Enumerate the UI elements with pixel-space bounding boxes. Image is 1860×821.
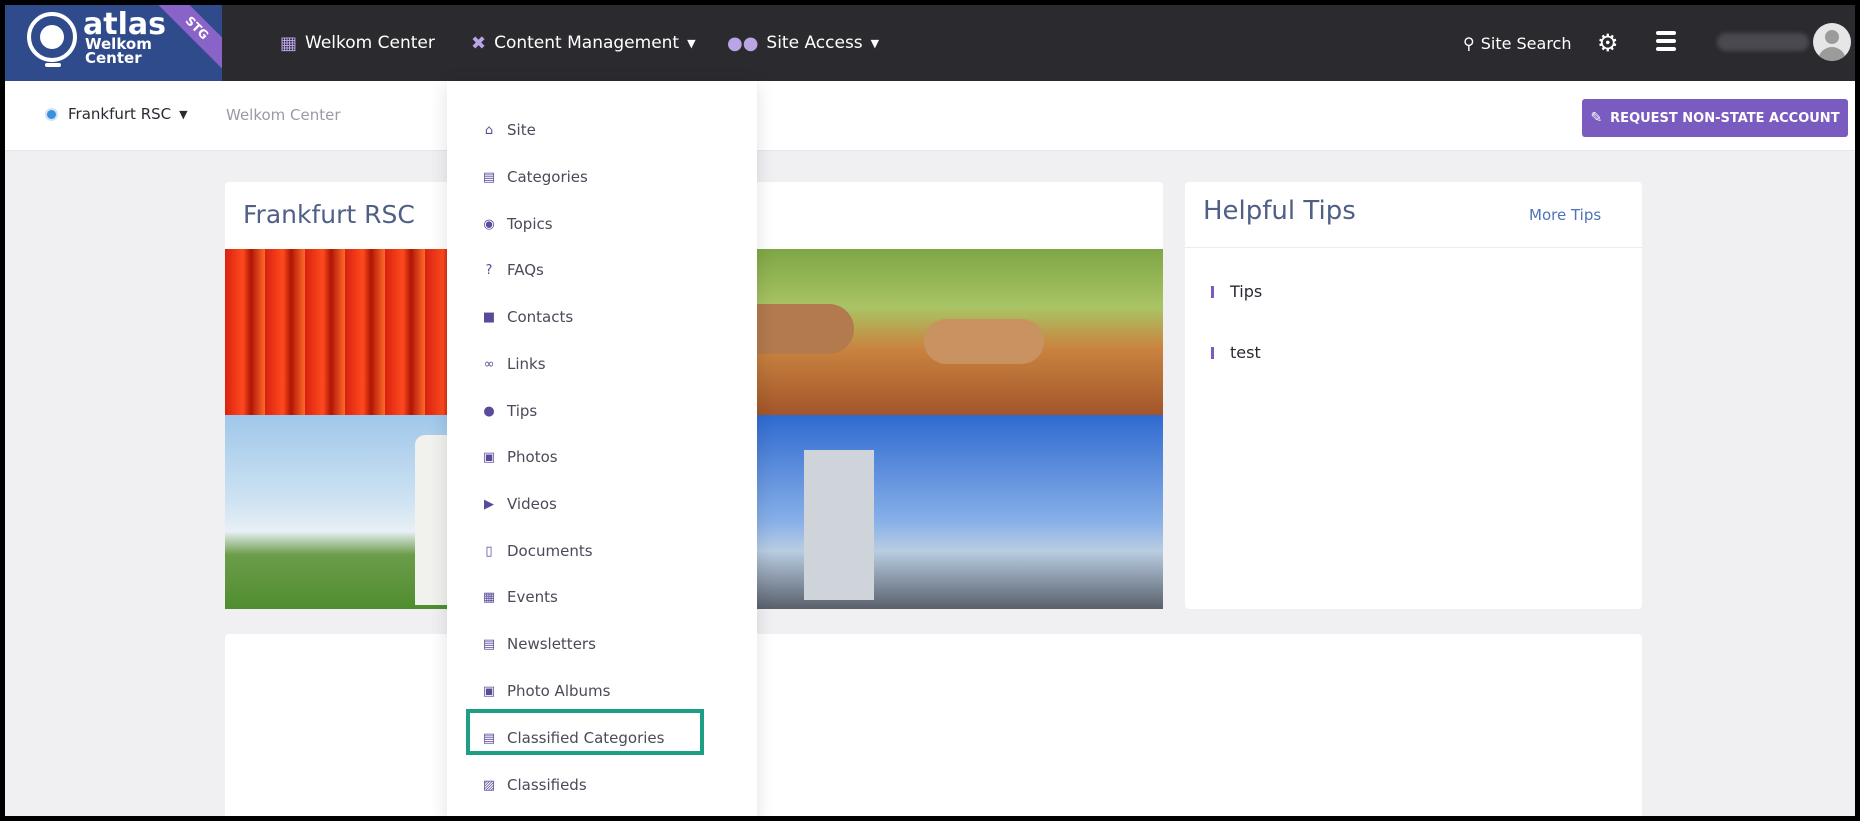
edit-icon: ✎	[1590, 110, 1603, 126]
user-avatar[interactable]	[1813, 23, 1851, 61]
app-frame: atlas Welkom Center STG ▦ Welkom Center …	[5, 5, 1855, 816]
menu-item-faqs[interactable]: ? FAQs	[481, 256, 544, 284]
site-search-button[interactable]: ⚲ Site Search	[1463, 5, 1572, 81]
menu-item-photos[interactable]: ▣ Photos	[481, 443, 558, 471]
menu-item-tips[interactable]: ● Tips	[481, 397, 537, 425]
helpful-tips-card: Helpful Tips More Tips Tips test	[1185, 182, 1642, 609]
globe-stand	[45, 63, 61, 67]
menu-item-links[interactable]: ∞ Links	[481, 350, 546, 378]
photo-deer	[694, 249, 1163, 415]
handshake-icon	[40, 25, 64, 49]
menu-item-label: FAQs	[507, 261, 544, 279]
newspaper-icon: ▤	[482, 636, 496, 652]
menu-hamburger-icon[interactable]	[1656, 31, 1676, 55]
contact-icon: ■	[482, 309, 496, 325]
nav-welkom-center-label: Welkom Center	[305, 33, 435, 53]
search-icon: ⚲	[1463, 33, 1475, 53]
chevron-down-icon: ▼	[687, 36, 696, 50]
atlas-logo[interactable]: atlas Welkom Center STG	[5, 5, 222, 81]
link-icon: ∞	[483, 356, 495, 372]
video-icon: ▶	[484, 496, 494, 512]
breadcrumb[interactable]: Welkom Center	[226, 106, 341, 124]
tip-item-label: test	[1230, 343, 1261, 362]
nav-content-management-label: Content Management	[494, 33, 680, 53]
menu-item-photo-albums[interactable]: ▣ Photo Albums	[481, 677, 611, 705]
menu-item-label: Topics	[507, 215, 553, 233]
more-tips-link[interactable]: More Tips	[1529, 206, 1601, 224]
menu-item-label: Links	[507, 355, 546, 373]
request-non-state-account-button[interactable]: ✎ REQUEST NON-STATE ACCOUNT	[1582, 99, 1848, 137]
photo-kobe-skyline	[694, 415, 1163, 609]
tip-item[interactable]: Tips	[1211, 282, 1262, 301]
bullet-bar-icon	[1211, 285, 1214, 298]
divider	[1185, 247, 1642, 248]
nav-welkom-center[interactable]: ▦ Welkom Center	[280, 5, 435, 81]
users-icon: ●●	[727, 32, 759, 54]
menu-item-label: Events	[507, 588, 558, 606]
globe-icon	[27, 12, 77, 62]
chevron-down-icon: ▼	[870, 36, 880, 50]
menu-item-classifieds[interactable]: ▨ Classifieds	[481, 771, 587, 799]
logo-subtitle-line2: Center	[85, 49, 142, 67]
menu-item-label: Site	[507, 121, 536, 139]
menu-item-label: Categories	[507, 168, 588, 186]
list-icon: ▤	[482, 730, 496, 746]
site-search-label: Site Search	[1480, 33, 1572, 53]
menu-item-categories[interactable]: ▤ Categories	[481, 163, 588, 191]
menu-item-label: Photos	[507, 448, 558, 466]
nav-content-management[interactable]: ✖ Content Management ▼	[471, 5, 696, 81]
tools-icon: ✖	[471, 32, 487, 54]
content-card	[225, 634, 1642, 816]
nav-site-access[interactable]: ●● Site Access ▼	[727, 5, 879, 81]
book-icon: ▣	[482, 683, 496, 699]
menu-item-label: Photo Albums	[507, 682, 611, 700]
site-selector-label: Frankfurt RSC	[68, 105, 172, 123]
images-icon: ▣	[482, 449, 496, 465]
menu-item-site[interactable]: ⌂ Site	[481, 116, 536, 144]
menu-item-label: Documents	[507, 542, 593, 560]
comments-icon: ◉	[483, 216, 495, 232]
menu-item-documents[interactable]: ▯ Documents	[481, 537, 593, 565]
helpful-tips-title: Helpful Tips	[1203, 196, 1356, 226]
content-management-dropdown: ⌂ Site ▤ Categories ◉ Topics ? FAQs ■ Co…	[447, 81, 757, 816]
menu-item-label: Tips	[507, 402, 538, 420]
menu-item-classified-categories[interactable]: ▤ Classified Categories	[481, 724, 665, 752]
menu-item-contacts[interactable]: ■ Contacts	[481, 303, 573, 331]
settings-gear-icon[interactable]: ⚙	[1597, 29, 1619, 57]
nav-site-access-label: Site Access	[766, 33, 863, 53]
calendar-icon: ▦	[482, 589, 496, 605]
tip-item-label: Tips	[1230, 282, 1263, 301]
file-icon: ▯	[485, 543, 493, 559]
tip-item[interactable]: test	[1211, 343, 1261, 362]
people-icon: ▦	[280, 32, 298, 54]
menu-item-newsletters[interactable]: ▤ Newsletters	[481, 630, 596, 658]
request-button-label: REQUEST NON-STATE ACCOUNT	[1610, 110, 1840, 126]
chevron-down-icon: ▼	[179, 107, 188, 121]
bullet-bar-icon	[1211, 346, 1214, 359]
question-icon: ?	[485, 262, 493, 278]
page-title: Frankfurt RSC	[243, 200, 415, 229]
site-status-dot-icon	[45, 107, 58, 121]
site-selector[interactable]: Frankfurt RSC ▼	[45, 105, 188, 123]
menu-item-label: Classified Categories	[507, 729, 665, 747]
user-name-blurred[interactable]	[1717, 33, 1809, 51]
menu-item-events[interactable]: ▦ Events	[481, 583, 558, 611]
list-icon: ▤	[482, 169, 496, 185]
lightbulb-icon: ●	[483, 403, 495, 419]
sub-header-bar: Frankfurt RSC ▼ Welkom Center ✎ REQUEST …	[5, 81, 1855, 151]
home-icon: ⌂	[484, 122, 494, 138]
menu-item-videos[interactable]: ▶ Videos	[481, 490, 557, 518]
clipboard-icon: ▨	[482, 777, 496, 793]
menu-item-topics[interactable]: ◉ Topics	[481, 210, 553, 238]
menu-item-label: Videos	[507, 495, 557, 513]
menu-item-label: Newsletters	[507, 635, 596, 653]
menu-item-label: Contacts	[507, 308, 574, 326]
top-navigation-bar: atlas Welkom Center STG ▦ Welkom Center …	[5, 5, 1855, 81]
menu-item-label: Classifieds	[507, 776, 587, 794]
